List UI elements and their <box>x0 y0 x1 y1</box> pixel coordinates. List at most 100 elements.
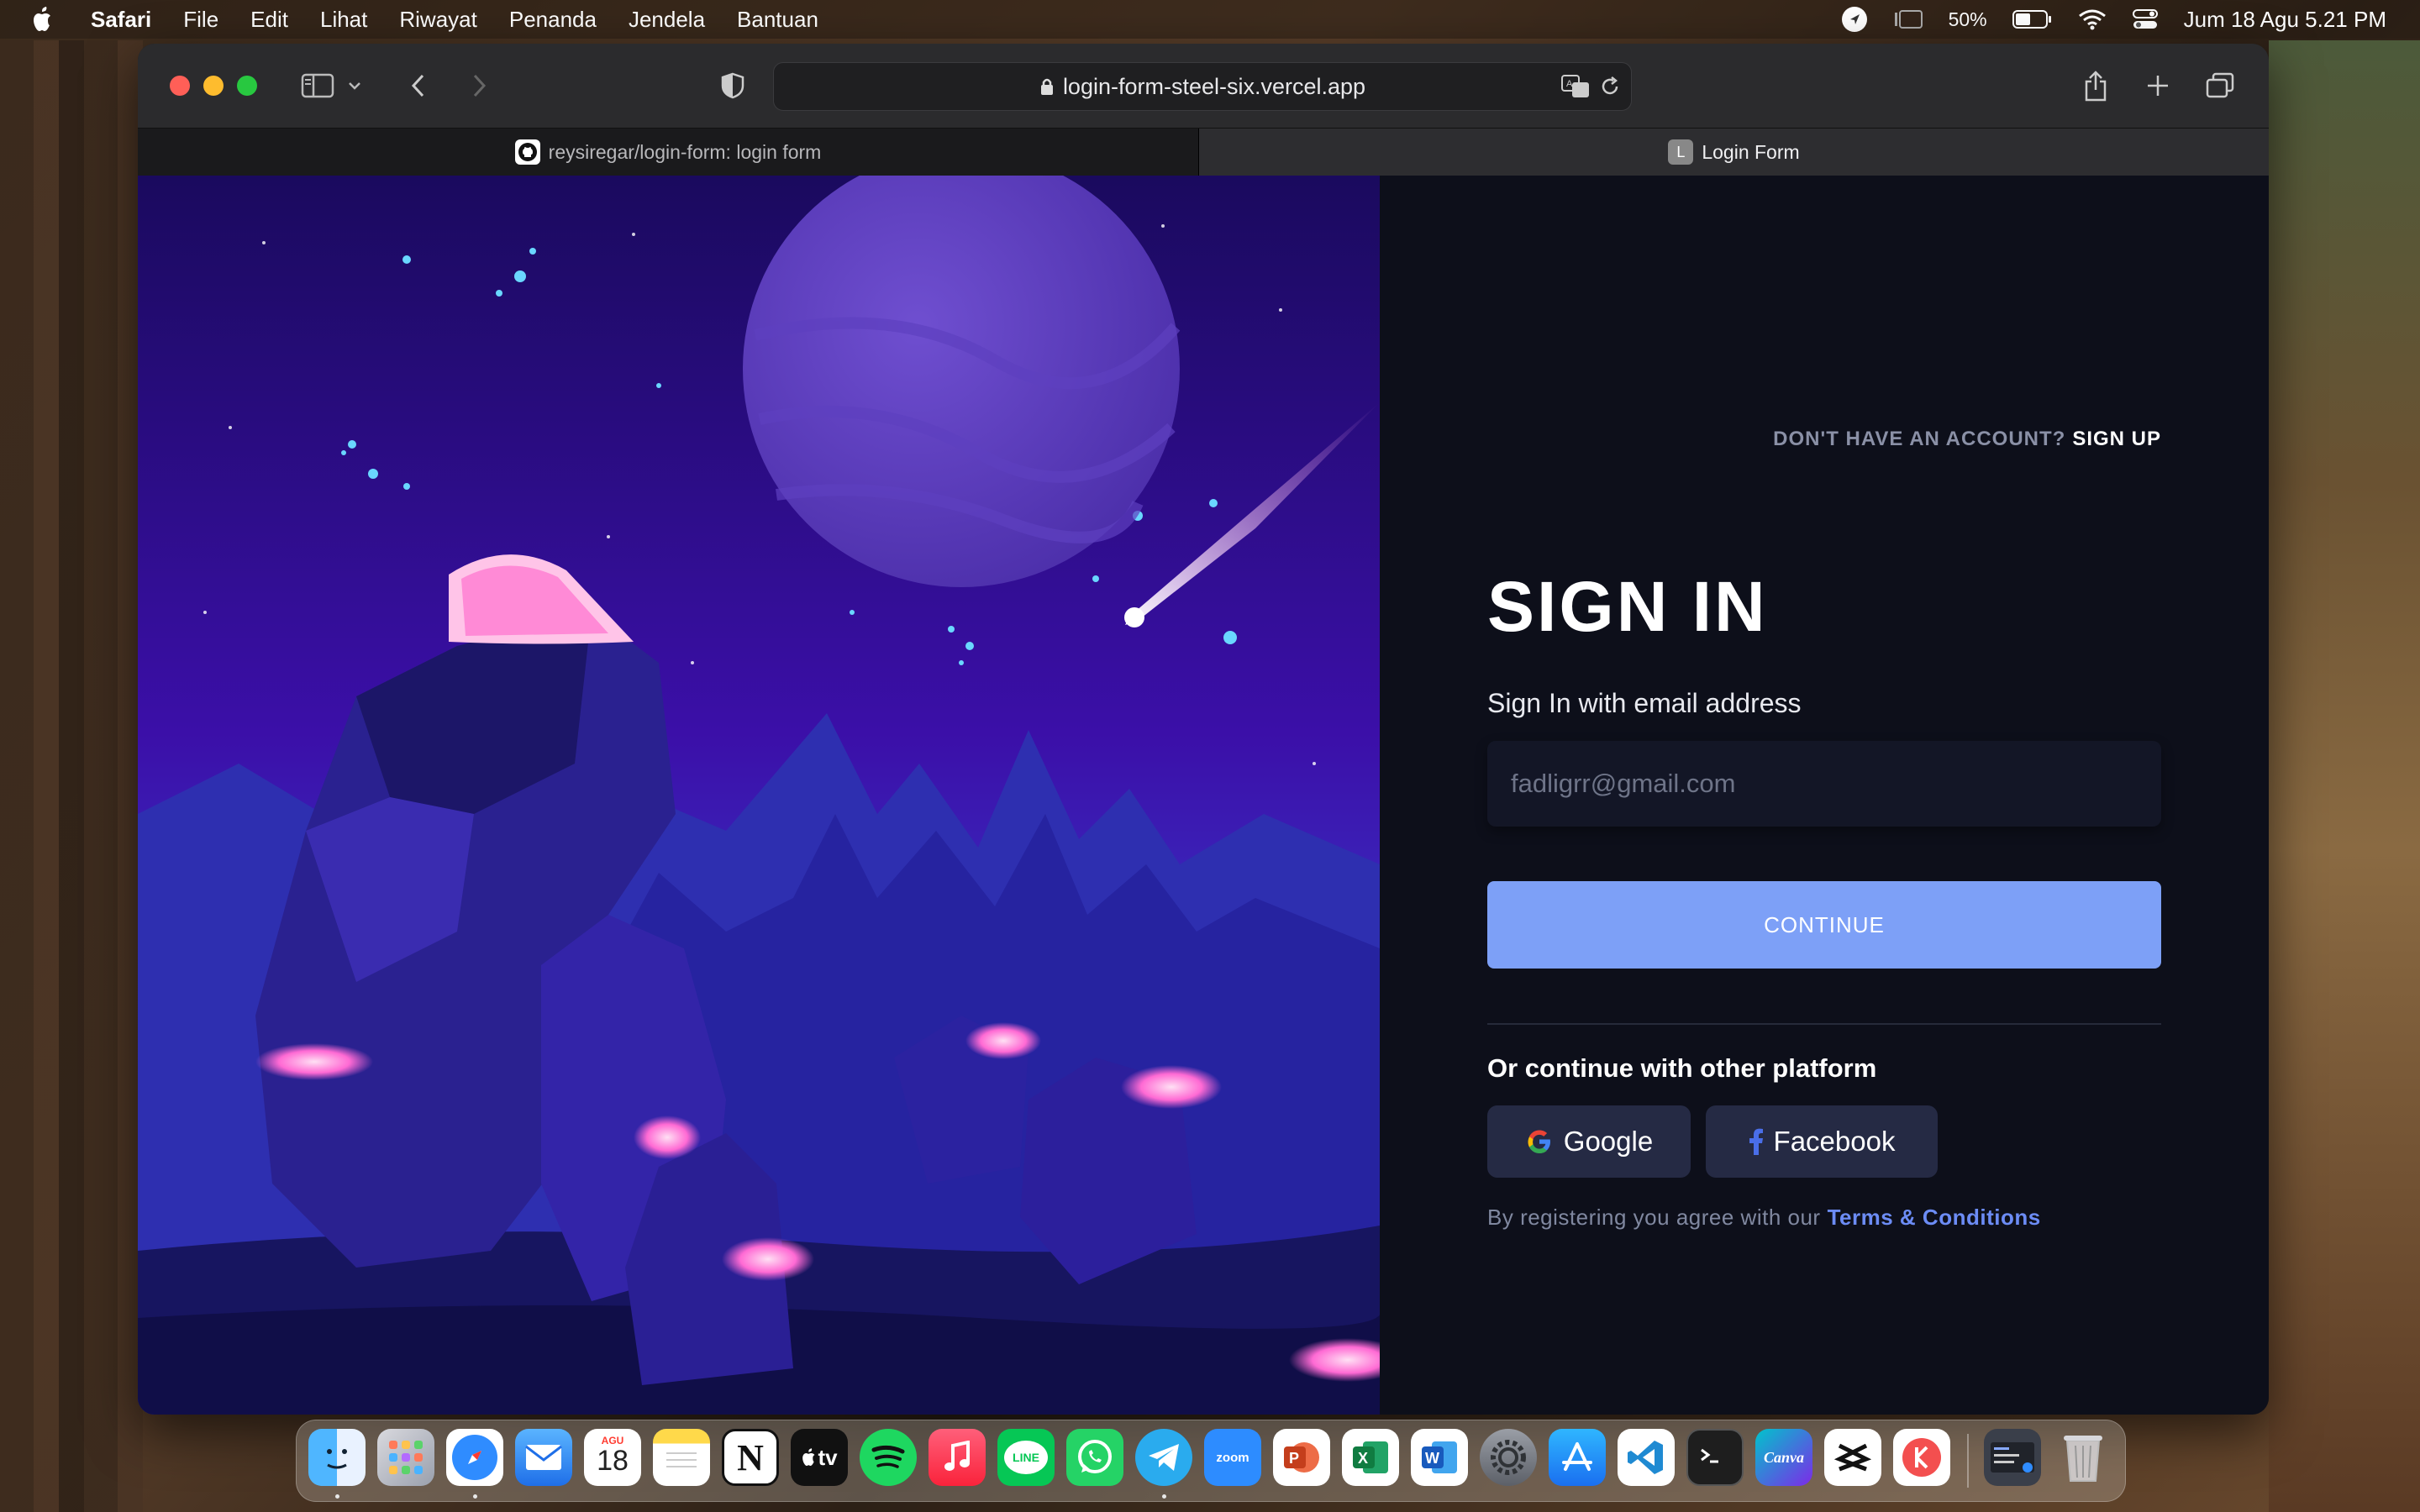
terminal-icon[interactable] <box>1686 1429 1744 1486</box>
line-label: LINE <box>1004 1441 1048 1474</box>
notion-icon[interactable]: N <box>722 1429 779 1486</box>
privacy-shield-icon[interactable] <box>718 66 748 106</box>
battery-icon[interactable] <box>2012 9 2053 29</box>
menu-app-safari[interactable]: Safari <box>91 7 151 33</box>
vscode-icon[interactable] <box>1618 1429 1675 1486</box>
menu-bar: Safari File Edit Lihat Riwayat Penanda J… <box>0 0 2420 39</box>
space-illustration <box>138 176 1380 1415</box>
location-icon[interactable] <box>1841 6 1868 33</box>
capcut-icon[interactable] <box>1824 1429 1881 1486</box>
menu-bookmarks[interactable]: Penanda <box>509 7 597 33</box>
page-title: SIGN IN <box>1487 567 1768 646</box>
close-window-button[interactable] <box>170 76 190 96</box>
svg-text:P: P <box>1289 1450 1299 1467</box>
tab-github[interactable]: reysiregar/login-form: login form <box>138 129 1199 176</box>
page-content: DON'T HAVE AN ACCOUNT? SIGN UP SIGN IN Si… <box>138 176 2269 1415</box>
terms-link[interactable]: Terms & Conditions <box>1828 1205 2041 1230</box>
app-store-icon[interactable] <box>1549 1429 1606 1486</box>
menu-window[interactable]: Jendela <box>629 7 705 33</box>
excel-icon[interactable]: X <box>1342 1429 1399 1486</box>
sidebar-toggle-icon[interactable] <box>297 66 338 106</box>
form-subtitle: Sign In with email address <box>1487 688 1802 718</box>
recent-window-thumbnail-icon[interactable] <box>1984 1429 2041 1486</box>
chevron-down-icon[interactable] <box>345 66 365 106</box>
menu-file[interactable]: File <box>183 7 218 33</box>
line-icon[interactable]: LINE <box>997 1429 1055 1486</box>
svg-text:A: A <box>1566 79 1573 89</box>
system-settings-icon[interactable] <box>1480 1429 1537 1486</box>
battery-percent: 50% <box>1948 8 1987 30</box>
menu-history[interactable]: Riwayat <box>399 7 476 33</box>
tab-label: reysiregar/login-form: login form <box>548 140 822 163</box>
music-icon[interactable] <box>929 1429 986 1486</box>
desktop-wallpaper-right <box>2269 40 2420 1512</box>
spotify-icon[interactable] <box>860 1429 917 1486</box>
canva-icon[interactable]: Canva <box>1755 1429 1812 1486</box>
notes-icon[interactable] <box>653 1429 710 1486</box>
apple-icon[interactable] <box>30 7 55 32</box>
running-indicator <box>1162 1494 1166 1499</box>
url-text: login-form-steel-six.vercel.app <box>1062 73 1366 99</box>
minimize-window-button[interactable] <box>203 76 224 96</box>
menu-help[interactable]: Bantuan <box>737 7 818 33</box>
menu-view[interactable]: Lihat <box>320 7 367 33</box>
clock[interactable]: Jum 18 Agu 5.21 PM <box>2184 7 2386 33</box>
tab-overview-icon[interactable] <box>2203 66 2237 106</box>
calendar-day: 18 <box>597 1445 629 1477</box>
safari-icon[interactable] <box>446 1429 503 1486</box>
forward-icon[interactable] <box>466 66 492 106</box>
calendar-icon[interactable]: AGU 18 <box>584 1429 641 1486</box>
signup-prompt: DON'T HAVE AN ACCOUNT? SIGN UP <box>1773 428 2161 451</box>
zoom-window-button[interactable] <box>237 76 257 96</box>
control-center-icon[interactable] <box>2132 8 2159 31</box>
signup-link[interactable]: SIGN UP <box>2072 428 2161 450</box>
running-indicator <box>335 1494 339 1499</box>
tab-favicon: L <box>1668 139 1694 165</box>
mail-icon[interactable] <box>515 1429 572 1486</box>
facebook-button[interactable]: Facebook <box>1706 1105 1938 1178</box>
finder-icon[interactable] <box>308 1429 366 1486</box>
wifi-icon[interactable] <box>2078 8 2107 30</box>
tab-label: Login Form <box>1702 140 1800 163</box>
telegram-icon[interactable] <box>1135 1429 1192 1486</box>
svg-text:X: X <box>1358 1450 1368 1467</box>
email-input[interactable] <box>1487 741 2161 827</box>
dock: AGU 18 N tv LINE zoom P X W Canva <box>296 1420 2126 1502</box>
google-label: Google <box>1563 1126 1654 1157</box>
dock-separator <box>1967 1434 1969 1488</box>
kinemaster-icon[interactable] <box>1893 1429 1950 1486</box>
stage-manager-icon[interactable] <box>1893 8 1923 31</box>
reload-icon[interactable] <box>1599 76 1621 97</box>
google-icon <box>1525 1127 1554 1156</box>
trash-icon[interactable] <box>2054 1429 2112 1486</box>
safari-window: login-form-steel-six.vercel.app A reysir… <box>138 44 2269 1415</box>
tab-login-form[interactable]: L Login Form <box>1199 129 2269 176</box>
signup-prompt-text: DON'T HAVE AN ACCOUNT? <box>1773 428 2066 450</box>
alt-login-heading: Or continue with other platform <box>1487 1053 1877 1083</box>
tab-bar: reysiregar/login-form: login form L Logi… <box>138 128 2269 176</box>
translate-icon[interactable]: A <box>1560 74 1591 99</box>
terms-notice: By registering you agree with our Terms &… <box>1487 1205 2041 1231</box>
continue-button[interactable]: CONTINUE <box>1487 881 2161 969</box>
terms-text: By registering you agree with our <box>1487 1205 1821 1230</box>
google-button[interactable]: Google <box>1487 1105 1691 1178</box>
running-indicator <box>473 1494 477 1499</box>
lock-icon <box>1039 76 1055 97</box>
apple-tv-icon[interactable]: tv <box>791 1429 848 1486</box>
powerpoint-icon[interactable]: P <box>1273 1429 1330 1486</box>
word-icon[interactable]: W <box>1411 1429 1468 1486</box>
divider <box>1487 1023 2161 1025</box>
menu-edit[interactable]: Edit <box>250 7 288 33</box>
share-icon[interactable] <box>2079 66 2112 106</box>
facebook-label: Facebook <box>1773 1126 1896 1157</box>
facebook-icon <box>1749 1128 1764 1155</box>
whatsapp-icon[interactable] <box>1066 1429 1123 1486</box>
desktop-wallpaper-left <box>0 40 143 1512</box>
github-icon <box>514 139 540 165</box>
address-bar[interactable]: login-form-steel-six.vercel.app A <box>773 62 1632 111</box>
back-icon[interactable] <box>405 66 432 106</box>
zoom-icon[interactable]: zoom <box>1204 1429 1261 1486</box>
launchpad-icon[interactable] <box>377 1429 434 1486</box>
svg-text:W: W <box>1425 1450 1439 1467</box>
new-tab-icon[interactable] <box>2141 66 2175 106</box>
